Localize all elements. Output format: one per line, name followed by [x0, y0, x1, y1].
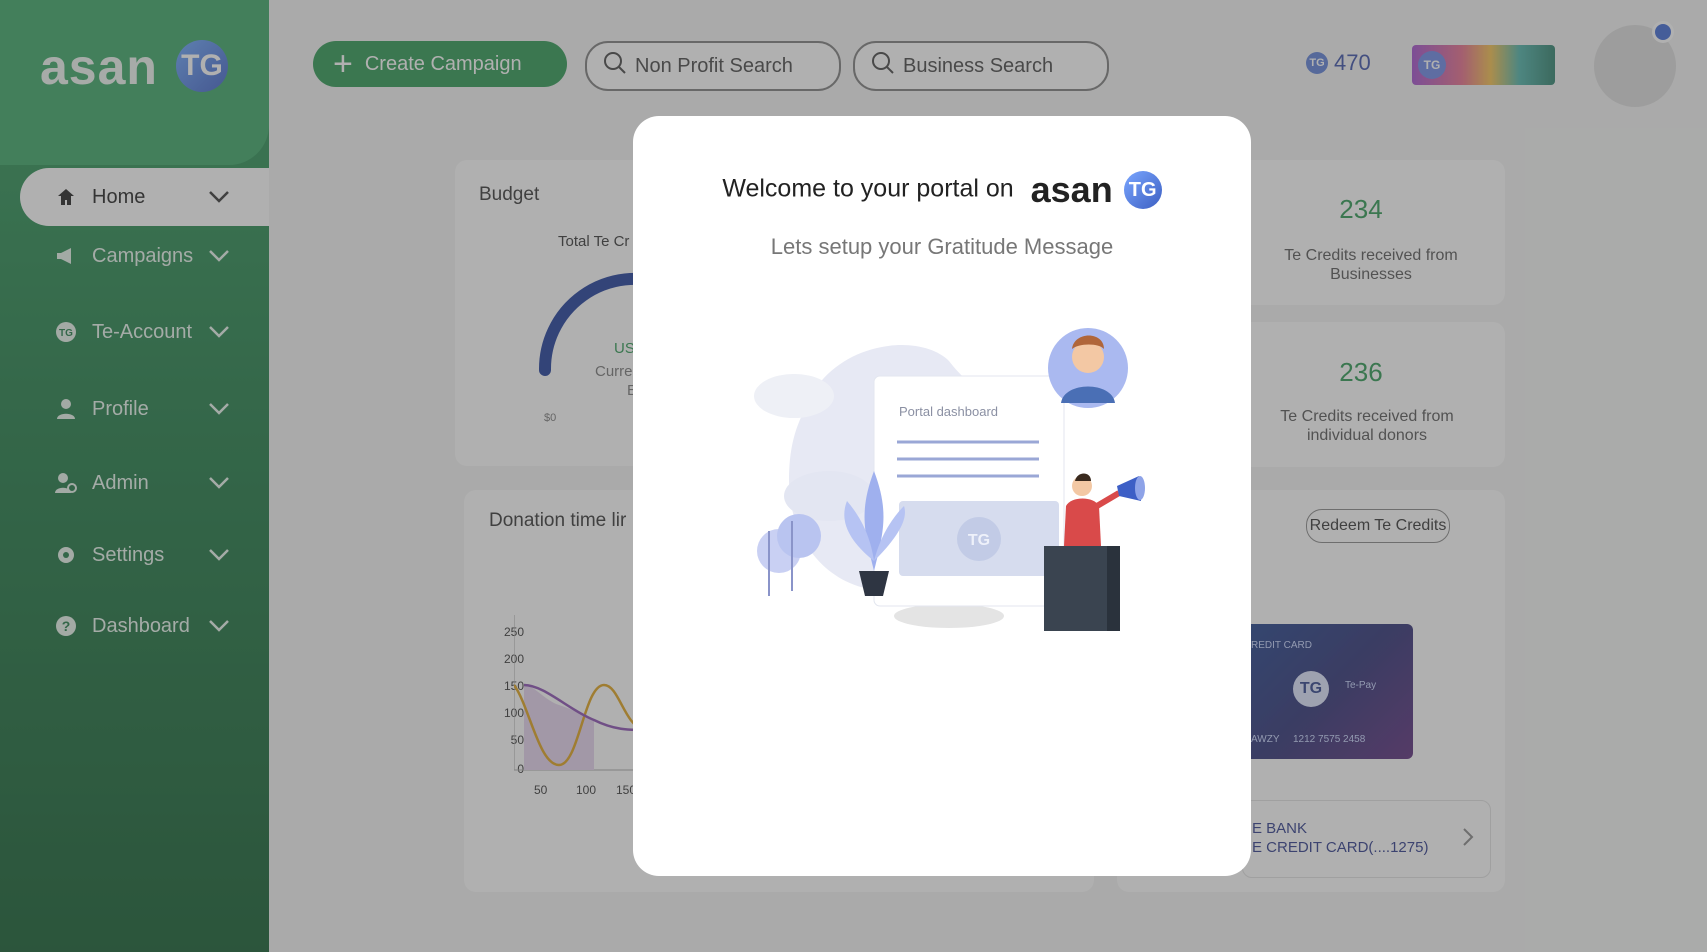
welcome-modal: Welcome to your portal on asan TG Lets s… [633, 116, 1251, 876]
modal-title: Welcome to your portal on asan TG [633, 169, 1251, 211]
modal-brand: asan [1030, 169, 1113, 210]
illustration-mark: TG [968, 532, 990, 549]
modal-subtitle: Lets setup your Gratitude Message [770, 234, 1114, 259]
modal-brand-mark: TG [1123, 171, 1162, 209]
modal-title-text: Welcome to your portal on [722, 174, 1014, 203]
illustration-label: Portal dashboard [899, 404, 998, 419]
setup-illustration: Portal dashboard TG [754, 328, 1145, 631]
